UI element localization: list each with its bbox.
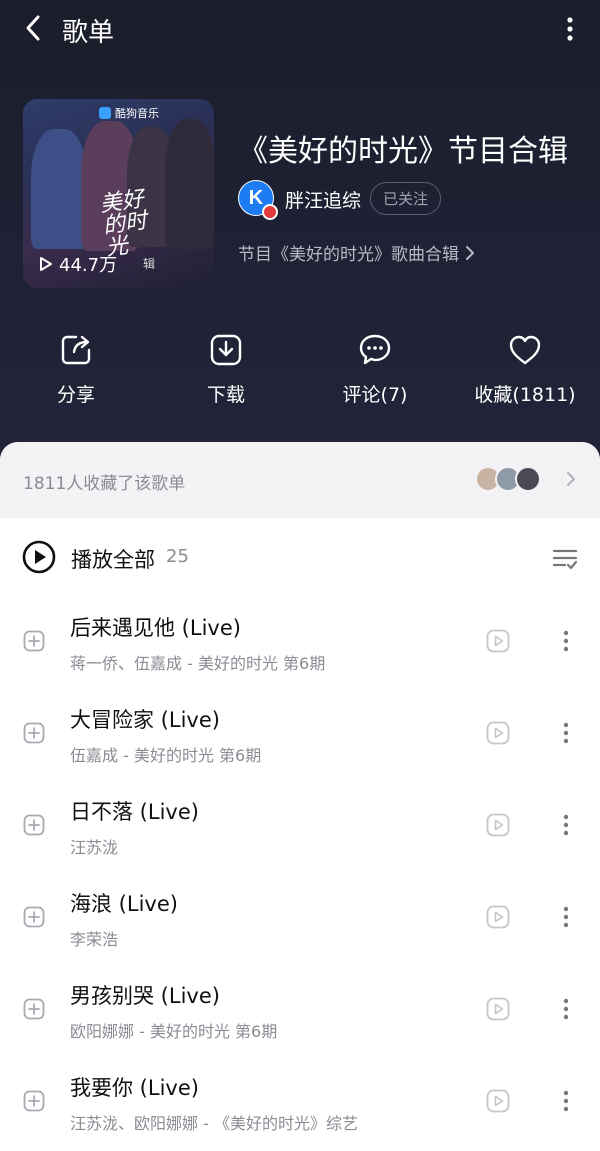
verified-badge-icon (262, 204, 278, 220)
play-count: 44.7万 (39, 251, 117, 277)
playlist-description[interactable]: 节目《美好的时光》歌曲合辑 (238, 240, 475, 265)
playlist-title: 《美好的时光》节目合辑 (238, 134, 568, 169)
song-count: 25 (166, 546, 189, 567)
chevron-right-icon (466, 245, 474, 260)
cover-tag: 辑 (143, 257, 156, 271)
song-subtitle: 欧阳娜娜 - 美好的时光 第6期 (70, 1022, 278, 1041)
play-circle-icon (22, 540, 56, 574)
song-subtitle: 蒋一侨、伍嘉成 - 美好的时光 第6期 (70, 654, 326, 673)
add-to-queue-icon[interactable] (23, 814, 45, 836)
song-title: 海浪 (Live) (70, 892, 178, 916)
song-list-sheet: 1811人收藏了该歌单 播放全部 25 后来遇见他 (Live) 蒋一侨、伍嘉成… (0, 442, 600, 1151)
mv-play-icon[interactable] (486, 997, 510, 1021)
more-vertical-icon (563, 814, 569, 836)
song-more-button[interactable] (556, 904, 576, 930)
song-row[interactable]: 海浪 (Live) 李荣浩 (0, 868, 600, 960)
song-row[interactable]: 我要你 (Live) 汪苏泷、欧阳娜娜 - 《美好的时光》综艺 (0, 1052, 600, 1144)
mv-play-icon[interactable] (486, 813, 510, 837)
song-title: 后来遇见他 (Live) (70, 616, 241, 640)
share-icon (56, 330, 96, 370)
download-button[interactable]: 下载 (186, 330, 266, 407)
multi-select-icon[interactable] (552, 546, 578, 572)
cover-art-figure (31, 129, 87, 249)
back-button[interactable] (18, 13, 48, 43)
more-vertical-icon (563, 998, 569, 1020)
avatar (515, 466, 541, 492)
song-subtitle: 李荣浩 (70, 930, 119, 949)
playlist-header: 歌单 酷狗音乐 美好的时光 44.7万 辑 《美好的时光》节目合辑 K 胖汪追综… (0, 0, 600, 470)
more-options-button[interactable] (556, 14, 584, 44)
song-subtitle: 伍嘉成 - 美好的时光 第6期 (70, 746, 262, 765)
mv-play-icon[interactable] (486, 905, 510, 929)
cover-art-figure (165, 119, 214, 249)
song-more-button[interactable] (556, 996, 576, 1022)
play-all-row[interactable]: 播放全部 25 (0, 518, 600, 592)
chevron-right-icon (563, 468, 579, 490)
more-vertical-icon (563, 722, 569, 744)
favorite-button[interactable]: 收藏(1811) (470, 330, 580, 407)
download-icon (206, 330, 246, 370)
add-to-queue-icon[interactable] (23, 722, 45, 744)
cover-art-title: 美好的时光 (98, 186, 149, 262)
collectors-text: 1811人收藏了该歌单 (23, 474, 186, 494)
song-subtitle: 汪苏泷 (70, 838, 119, 857)
song-title: 大冒险家 (Live) (70, 708, 220, 732)
song-title: 我要你 (Live) (70, 1076, 199, 1100)
top-bar: 歌单 (0, 0, 600, 58)
song-row[interactable]: 男孩别哭 (Live) 欧阳娜娜 - 美好的时光 第6期 (0, 960, 600, 1052)
collectors-bar[interactable]: 1811人收藏了该歌单 (0, 442, 600, 518)
song-more-button[interactable] (556, 628, 576, 654)
more-vertical-icon (563, 630, 569, 652)
collector-avatars (475, 466, 541, 492)
playlist-cover[interactable]: 酷狗音乐 美好的时光 44.7万 辑 (23, 99, 214, 288)
play-all-label: 播放全部 (71, 548, 155, 572)
share-button[interactable]: 分享 (36, 330, 116, 407)
mv-play-icon[interactable] (486, 721, 510, 745)
song-more-button[interactable] (556, 720, 576, 746)
song-more-button[interactable] (556, 812, 576, 838)
chevron-left-icon (26, 15, 40, 41)
comment-button[interactable]: 评论(7) (330, 330, 420, 407)
add-to-queue-icon[interactable] (23, 630, 45, 652)
add-to-queue-icon[interactable] (23, 1090, 45, 1112)
more-vertical-icon (563, 906, 569, 928)
follow-button[interactable]: 已关注 (370, 182, 441, 215)
more-vertical-icon (563, 1090, 569, 1112)
more-vertical-icon (567, 17, 573, 41)
song-row[interactable]: 后来遇见他 (Live) 蒋一侨、伍嘉成 - 美好的时光 第6期 (0, 592, 600, 684)
song-row[interactable]: 大冒险家 (Live) 伍嘉成 - 美好的时光 第6期 (0, 684, 600, 776)
song-title: 日不落 (Live) (70, 800, 199, 824)
heart-icon (505, 330, 545, 370)
add-to-queue-icon[interactable] (23, 906, 45, 928)
action-bar: 分享 下载 评论(7) 收藏(1811) (0, 330, 600, 420)
song-more-button[interactable] (556, 1088, 576, 1114)
song-title: 男孩别哭 (Live) (70, 984, 220, 1008)
author-name[interactable]: 胖汪追综 (285, 186, 361, 213)
comment-icon (355, 330, 395, 370)
page-title: 歌单 (62, 18, 115, 48)
mv-play-icon[interactable] (486, 629, 510, 653)
song-row[interactable]: 日不落 (Live) 汪苏泷 (0, 776, 600, 868)
add-to-queue-icon[interactable] (23, 998, 45, 1020)
cover-logo: 酷狗音乐 (99, 105, 159, 121)
play-outline-icon (40, 257, 52, 271)
author-avatar[interactable]: K (238, 180, 278, 220)
song-subtitle: 汪苏泷、欧阳娜娜 - 《美好的时光》综艺 (70, 1114, 358, 1133)
mv-play-icon[interactable] (486, 1089, 510, 1113)
